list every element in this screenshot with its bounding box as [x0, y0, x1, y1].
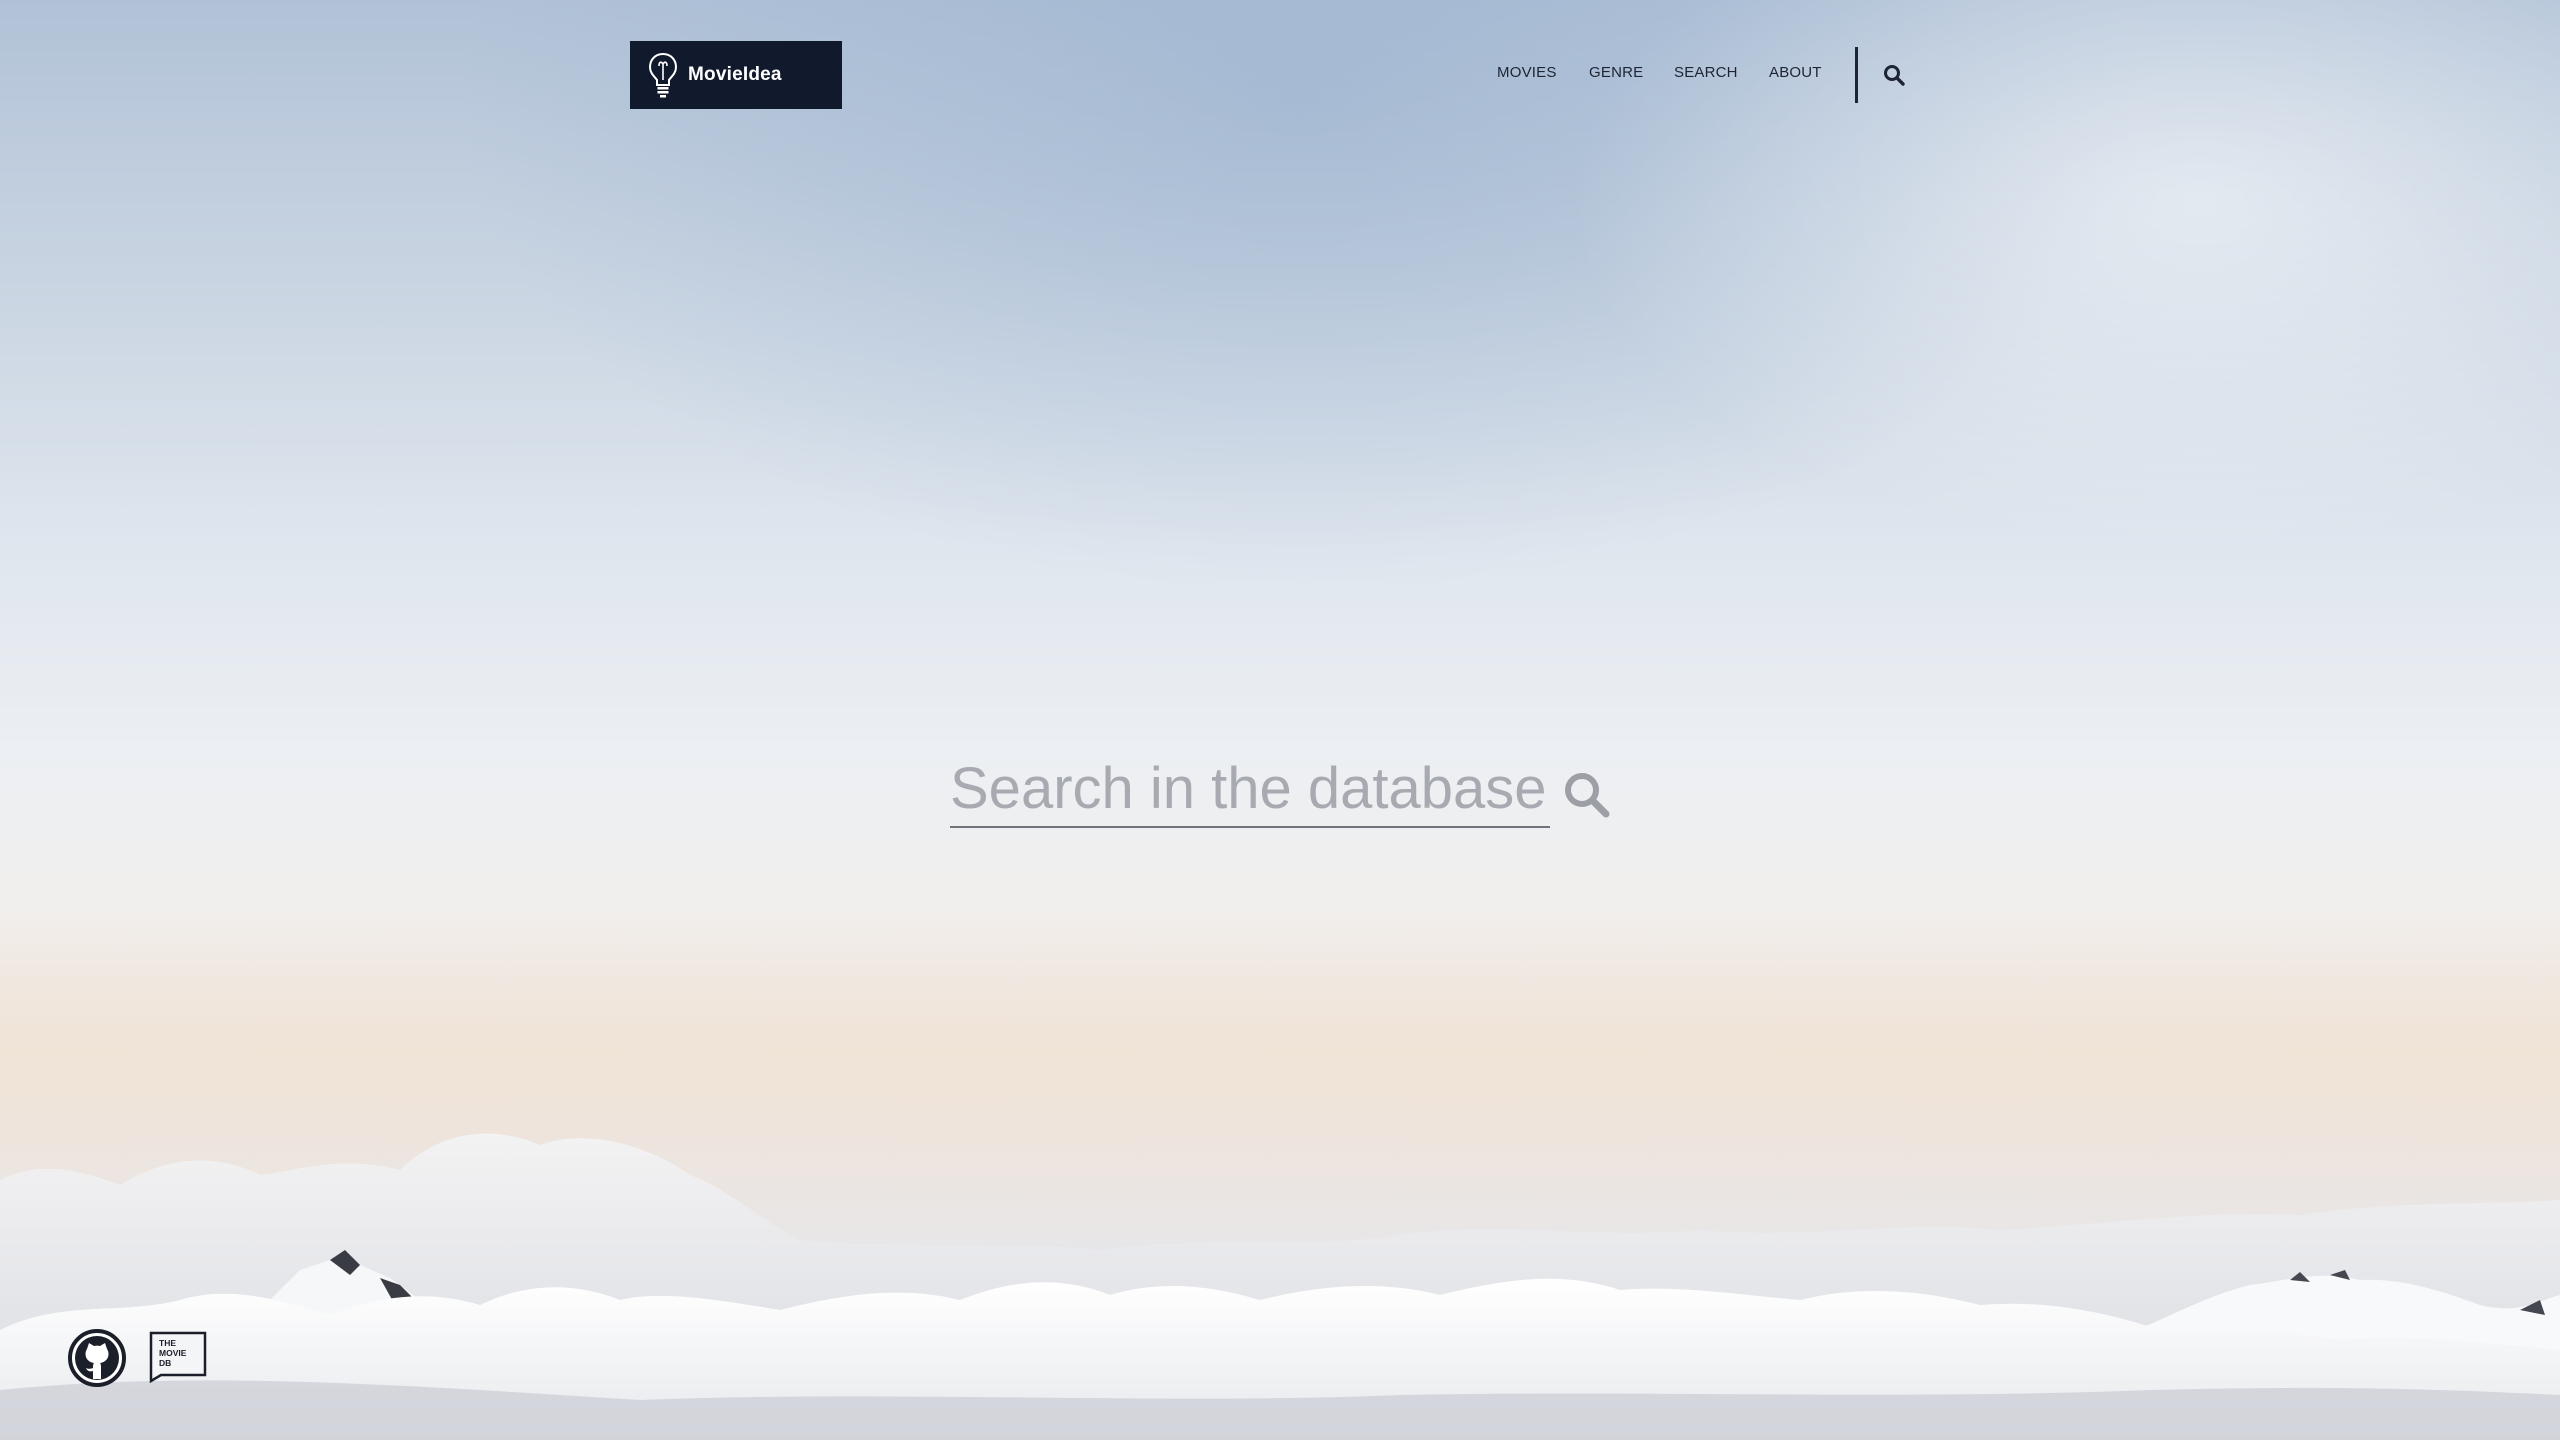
nav-item-genre[interactable]: GENRE — [1589, 64, 1643, 81]
svg-text:MOVIE: MOVIE — [159, 1348, 187, 1358]
nav-item-about[interactable]: ABOUT — [1769, 64, 1822, 81]
logo-text: MovieIdea — [688, 64, 782, 85]
svg-text:DB: DB — [159, 1358, 171, 1368]
svg-text:THE: THE — [159, 1338, 176, 1348]
logo-link[interactable]: MovieIdea — [630, 41, 842, 109]
github-icon[interactable] — [68, 1329, 126, 1387]
nav-item-movies[interactable]: MOVIES — [1497, 64, 1557, 81]
tmdb-logo[interactable]: THE MOVIE DB — [149, 1331, 207, 1383]
search-icon[interactable] — [1562, 770, 1612, 820]
nav-item-search[interactable]: SEARCH — [1674, 64, 1738, 81]
search-bar — [950, 750, 1610, 830]
search-icon[interactable] — [1882, 63, 1906, 87]
nav-divider — [1855, 47, 1858, 103]
search-input[interactable] — [950, 750, 1550, 828]
cloud-sea-background — [0, 1133, 2560, 1440]
landing-page: MovieIdea MOVIES GENRE SEARCH ABOUT THE … — [0, 0, 2560, 1440]
lightbulb-icon — [648, 52, 678, 98]
